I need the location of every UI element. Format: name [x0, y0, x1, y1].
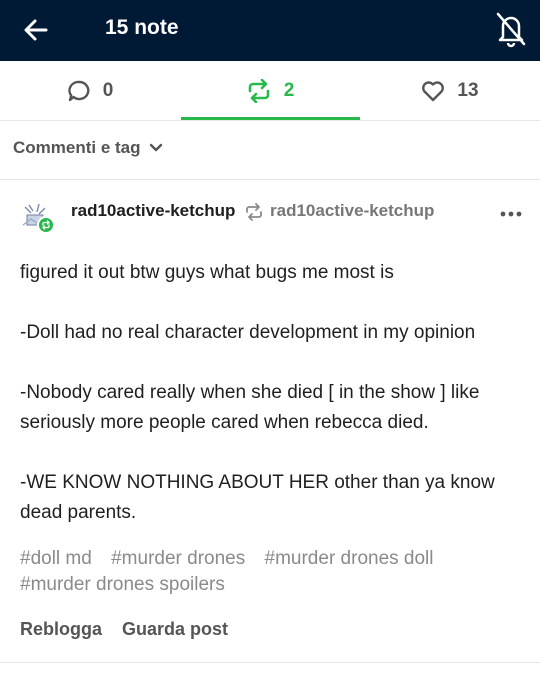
post-paragraph: -Nobody cared really when she died [ in …: [20, 382, 480, 433]
tag-link[interactable]: #murder drones doll: [265, 548, 434, 569]
reblog-badge: [37, 216, 55, 234]
page-title: 15 note: [105, 16, 179, 39]
comment-icon: [68, 80, 90, 102]
top-bar: 15 note: [0, 0, 540, 61]
tab-reblogs[interactable]: 2: [180, 61, 360, 121]
tag-link[interactable]: #murder drones spoilers: [20, 574, 225, 595]
tab-reblogs-count: 2: [283, 80, 295, 101]
tag-link[interactable]: #doll md: [20, 548, 92, 569]
bell-off-icon[interactable]: [494, 10, 528, 48]
post-source[interactable]: rad10active-ketchup: [270, 201, 434, 221]
post-paragraph: -WE KNOW NOTHING ABOUT HER other than ya…: [20, 472, 495, 523]
sort-label: Commenti e tag: [13, 138, 141, 157]
notes-tabs: 0 2 13: [0, 61, 540, 121]
tab-comments-count: 0: [102, 80, 114, 101]
post-tags: #doll md #murder drones #murder drones d…: [20, 546, 520, 598]
heart-icon: [422, 81, 445, 102]
post-actions: Reblogga Guarda post: [20, 619, 228, 640]
reblog-icon: [248, 79, 270, 103]
arrow-left-icon[interactable]: [18, 12, 54, 48]
reblog-badge-icon: [42, 220, 50, 230]
post-author[interactable]: rad10active-ketchup: [71, 201, 235, 221]
tab-likes-count: 13: [457, 80, 479, 101]
sort-dropdown[interactable]: Commenti e tag: [13, 138, 163, 158]
tab-comments[interactable]: 0: [0, 61, 180, 121]
view-post-button[interactable]: Guarda post: [122, 619, 228, 640]
reblog-icon: [246, 203, 262, 221]
post-body: figured it out btw guys what bugs me mos…: [20, 258, 520, 528]
tag-link[interactable]: #murder drones: [111, 548, 245, 569]
active-tab-indicator: [181, 117, 360, 120]
divider: [0, 179, 540, 180]
divider: [0, 662, 540, 663]
tab-likes[interactable]: 13: [360, 61, 540, 121]
post-paragraph: figured it out btw guys what bugs me mos…: [20, 262, 394, 283]
post-paragraph: -Doll had no real character development …: [20, 322, 476, 343]
chevron-down-icon: [149, 143, 162, 152]
reblog-button[interactable]: Reblogga: [20, 619, 102, 640]
more-options-icon[interactable]: [500, 210, 522, 218]
